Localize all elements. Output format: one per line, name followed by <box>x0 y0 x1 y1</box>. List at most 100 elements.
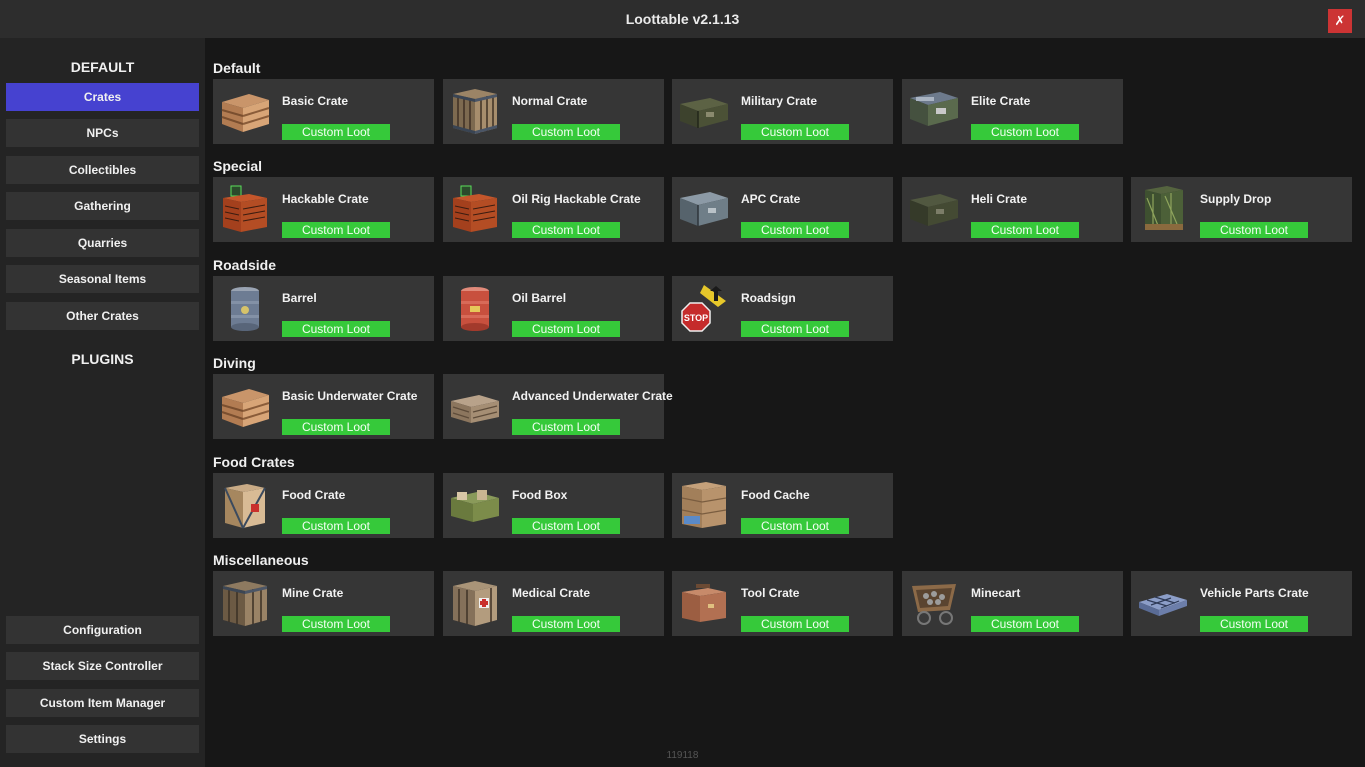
loot-card: Hackable Crate Custom Loot <box>213 177 434 242</box>
loot-card: Oil Rig Hackable Crate Custom Loot <box>443 177 664 242</box>
oil-barrel-icon <box>449 283 501 333</box>
custom-loot-button[interactable]: Custom Loot <box>282 616 390 632</box>
crate-name: Basic Underwater Crate <box>282 389 418 403</box>
loot-card: Medical Crate Custom Loot <box>443 571 664 636</box>
underwater-crate-icon <box>449 381 501 431</box>
section-title: Food Crates <box>213 454 295 470</box>
sidebar-item-settings[interactable]: Settings <box>6 725 199 753</box>
medical-crate-icon <box>449 578 501 628</box>
custom-loot-button[interactable]: Custom Loot <box>512 321 620 337</box>
custom-loot-button[interactable]: Custom Loot <box>971 222 1079 238</box>
crate-name: Vehicle Parts Crate <box>1200 586 1309 600</box>
food-box-icon <box>449 480 501 530</box>
custom-loot-button[interactable]: Custom Loot <box>512 419 620 435</box>
crate-name: Supply Drop <box>1200 192 1272 206</box>
sidebar-heading-plugins: PLUGINS <box>71 351 134 367</box>
crate-name: APC Crate <box>741 192 801 206</box>
vehicle-parts-crate-icon <box>1137 578 1189 628</box>
crate-name: Military Crate <box>741 94 818 108</box>
crate-name: Barrel <box>282 291 317 305</box>
footer-id: 119118 <box>666 750 699 761</box>
barrel-icon <box>219 283 271 333</box>
sidebar-item-collectibles[interactable]: Collectibles <box>6 156 199 184</box>
custom-loot-button[interactable]: Custom Loot <box>741 222 849 238</box>
sidebar-item-stack-size-controller[interactable]: Stack Size Controller <box>6 652 199 680</box>
custom-loot-button[interactable]: Custom Loot <box>512 222 620 238</box>
crate-name: Oil Rig Hackable Crate <box>512 192 641 206</box>
loot-card: Food Crate Custom Loot <box>213 473 434 538</box>
wooden-crate-icon <box>219 381 271 431</box>
loot-card: Mine Crate Custom Loot <box>213 571 434 636</box>
loot-card: Supply Drop Custom Loot <box>1131 177 1352 242</box>
custom-loot-button[interactable]: Custom Loot <box>741 518 849 534</box>
crate-name: Heli Crate <box>971 192 1028 206</box>
loot-card: Military Crate Custom Loot <box>672 79 893 144</box>
close-button[interactable]: ✗ <box>1328 9 1352 33</box>
custom-loot-button[interactable]: Custom Loot <box>512 616 620 632</box>
custom-loot-button[interactable]: Custom Loot <box>971 124 1079 140</box>
custom-loot-button[interactable]: Custom Loot <box>971 616 1079 632</box>
custom-loot-button[interactable]: Custom Loot <box>741 616 849 632</box>
svg-text:STOP: STOP <box>684 313 708 323</box>
crate-name: Medical Crate <box>512 586 591 600</box>
custom-loot-button[interactable]: Custom Loot <box>512 518 620 534</box>
crate-name: Tool Crate <box>741 586 800 600</box>
sidebar: DEFAULT Crates NPCs Collectibles Gatheri… <box>0 38 205 767</box>
crate-name: Hackable Crate <box>282 192 369 206</box>
large-crate-icon <box>449 86 501 136</box>
crate-name: Minecart <box>971 586 1021 600</box>
sidebar-item-other-crates[interactable]: Other Crates <box>6 302 199 330</box>
hackable-crate-icon <box>449 184 501 234</box>
crate-name: Food Crate <box>282 488 346 502</box>
loot-card: Food Box Custom Loot <box>443 473 664 538</box>
section-title: Default <box>213 60 261 76</box>
loot-card: Vehicle Parts Crate Custom Loot <box>1131 571 1352 636</box>
custom-loot-button[interactable]: Custom Loot <box>1200 616 1308 632</box>
crate-name: Elite Crate <box>971 94 1031 108</box>
apc-crate-icon <box>678 184 730 234</box>
section-title: Miscellaneous <box>213 552 309 568</box>
sidebar-item-seasonal-items[interactable]: Seasonal Items <box>6 265 199 293</box>
loot-card: Minecart Custom Loot <box>902 571 1123 636</box>
loot-card: Barrel Custom Loot <box>213 276 434 341</box>
wooden-crate-icon <box>219 86 271 136</box>
custom-loot-button[interactable]: Custom Loot <box>1200 222 1308 238</box>
roadsign-icon: STOP <box>678 283 730 333</box>
section-title: Special <box>213 158 263 174</box>
custom-loot-button[interactable]: Custom Loot <box>282 222 390 238</box>
crate-name: Food Box <box>512 488 568 502</box>
military-crate-icon <box>678 86 730 136</box>
custom-loot-button[interactable]: Custom Loot <box>741 321 849 337</box>
elite-crate-icon <box>908 86 960 136</box>
minecart-icon <box>908 578 960 628</box>
custom-loot-button[interactable]: Custom Loot <box>282 419 390 435</box>
custom-loot-button[interactable]: Custom Loot <box>741 124 849 140</box>
sidebar-item-npcs[interactable]: NPCs <box>6 119 199 147</box>
custom-loot-button[interactable]: Custom Loot <box>282 124 390 140</box>
custom-loot-button[interactable]: Custom Loot <box>512 124 620 140</box>
title-bar: Loottable v2.1.13 ✗ <box>0 0 1365 38</box>
food-cache-icon <box>678 480 730 530</box>
loot-card: Food Cache Custom Loot <box>672 473 893 538</box>
sidebar-item-gathering[interactable]: Gathering <box>6 192 199 220</box>
loot-card: STOP Roadsign Custom Loot <box>672 276 893 341</box>
custom-loot-button[interactable]: Custom Loot <box>282 321 390 337</box>
sidebar-item-quarries[interactable]: Quarries <box>6 229 199 257</box>
crate-name: Normal Crate <box>512 94 588 108</box>
sidebar-item-custom-item-manager[interactable]: Custom Item Manager <box>6 689 199 717</box>
sidebar-item-configuration[interactable]: Configuration <box>6 616 199 644</box>
hackable-crate-icon <box>219 184 271 234</box>
crate-name: Oil Barrel <box>512 291 567 305</box>
crate-name: Food Cache <box>741 488 810 502</box>
crate-name: Roadsign <box>741 291 796 305</box>
food-crate-icon <box>219 480 271 530</box>
custom-loot-button[interactable]: Custom Loot <box>282 518 390 534</box>
window-title: Loottable v2.1.13 <box>625 11 740 27</box>
supply-drop-icon <box>1137 184 1189 234</box>
crate-name: Mine Crate <box>282 586 344 600</box>
loot-card: Basic Underwater Crate Custom Loot <box>213 374 434 439</box>
loot-card: Tool Crate Custom Loot <box>672 571 893 636</box>
tool-crate-icon <box>678 578 730 628</box>
section-title: Roadside <box>213 257 277 273</box>
sidebar-item-crates[interactable]: Crates <box>6 83 199 111</box>
